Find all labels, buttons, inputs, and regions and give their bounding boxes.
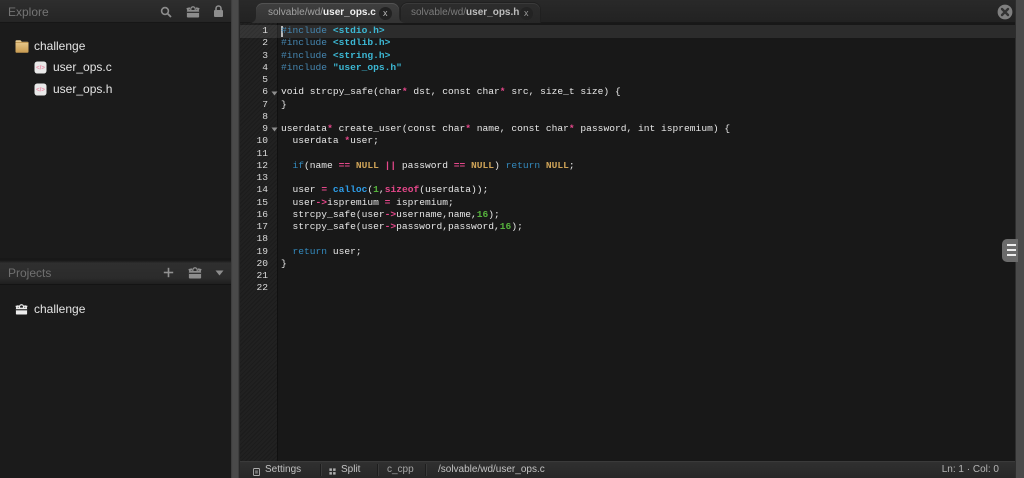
svg-text:</>: </>: [36, 87, 45, 93]
svg-text:</>: </>: [36, 65, 45, 71]
